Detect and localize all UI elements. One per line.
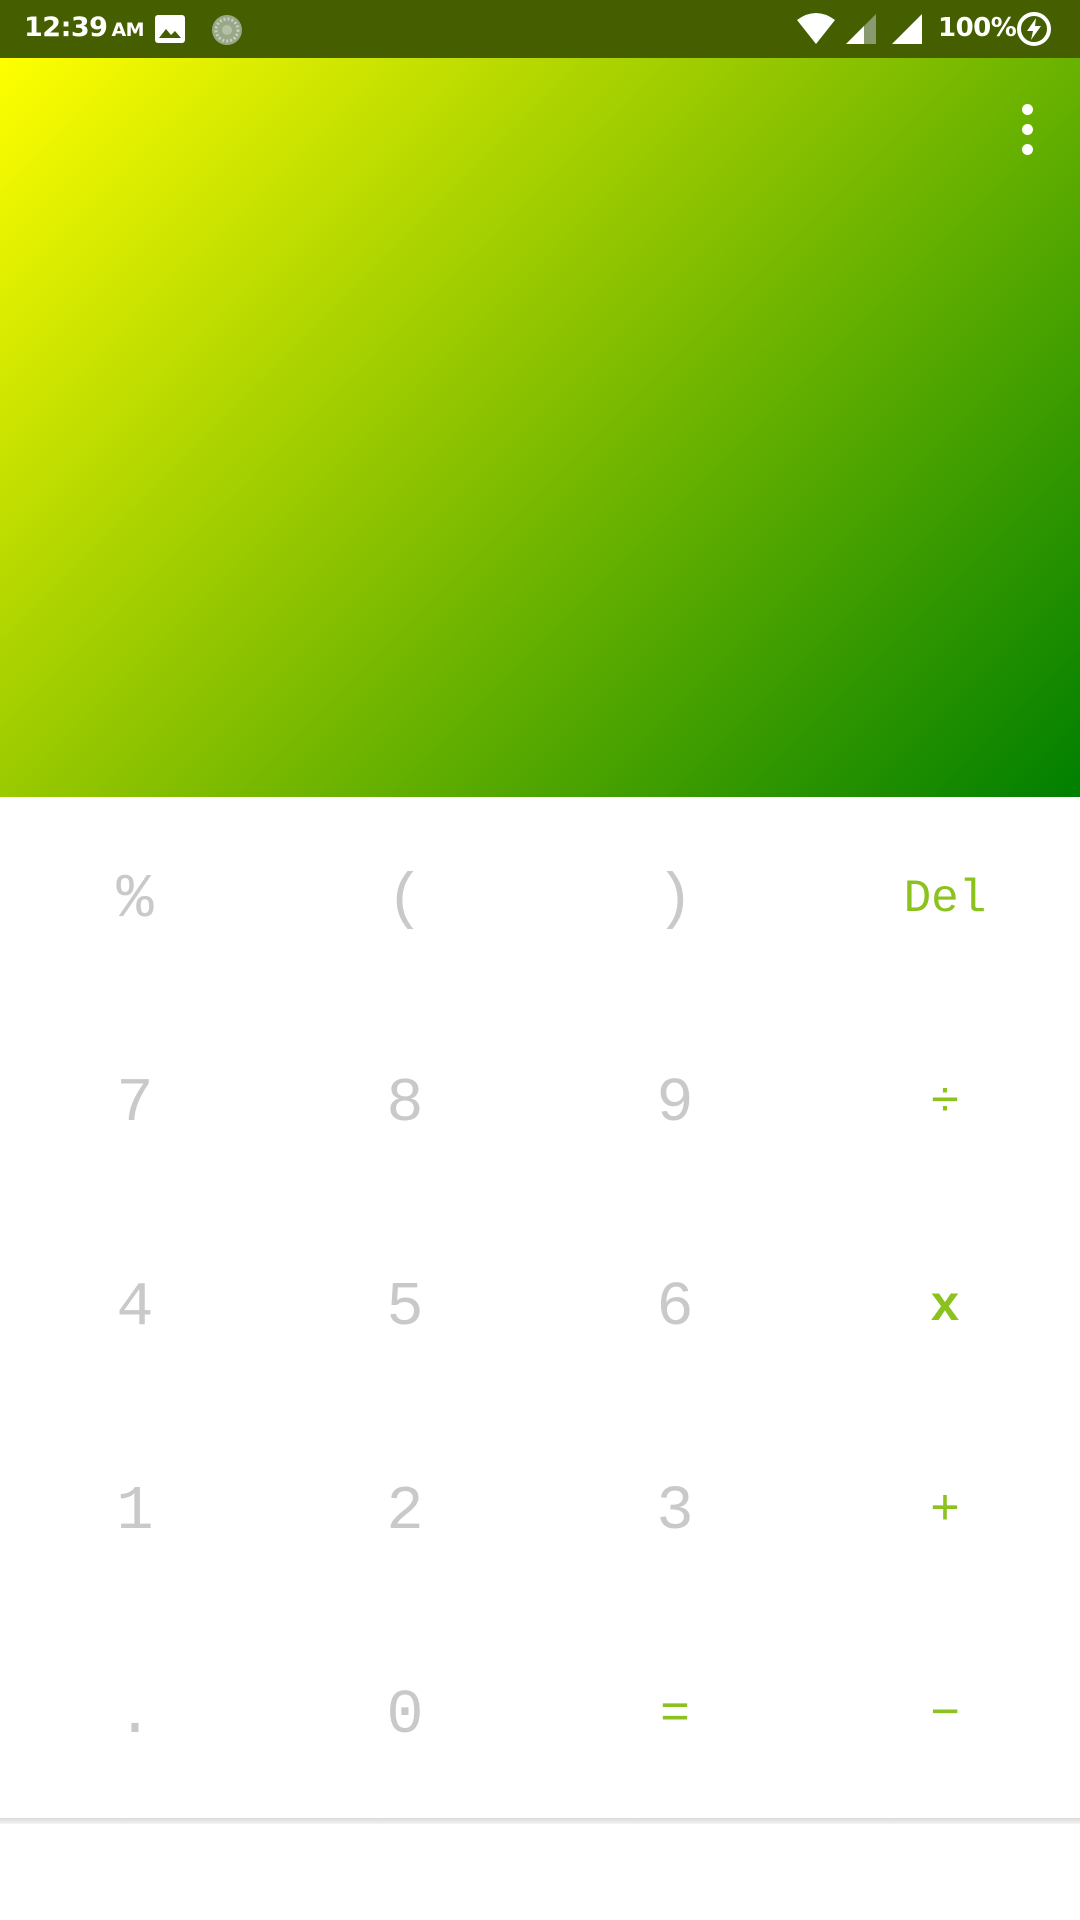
key-8[interactable]: 8 [270, 1001, 540, 1205]
delete-button[interactable]: Del [810, 797, 1080, 1001]
calculator-display [0, 58, 1080, 797]
key-3[interactable]: 3 [540, 1409, 810, 1613]
status-time-value: 12:39 [24, 12, 108, 43]
key-4[interactable]: 4 [0, 1205, 270, 1409]
charging-icon [1017, 12, 1051, 46]
status-time-ampm: AM [111, 19, 145, 41]
key-6[interactable]: 6 [540, 1205, 810, 1409]
minus-button[interactable]: − [810, 1613, 1080, 1817]
plus-button[interactable]: + [810, 1409, 1080, 1613]
key-decimal[interactable]: . [0, 1613, 270, 1817]
wifi-icon [797, 13, 835, 44]
keypad: % ( ) Del 7 8 9 ÷ 4 5 6 x 1 2 3 + . 0 = … [0, 797, 1080, 1817]
key-5[interactable]: 5 [270, 1205, 540, 1409]
key-0[interactable]: 0 [270, 1613, 540, 1817]
key-9[interactable]: 9 [540, 1001, 810, 1205]
status-bar: 12:39 AM 100% [0, 0, 1080, 58]
key-1[interactable]: 1 [0, 1409, 270, 1613]
bottom-panel [0, 1824, 1080, 1920]
divide-button[interactable]: ÷ [810, 1001, 1080, 1205]
more-vert-icon[interactable] [1012, 104, 1042, 160]
status-time: 12:39 AM [24, 12, 145, 43]
key-open-paren[interactable]: ( [270, 797, 540, 1001]
key-close-paren[interactable]: ) [540, 797, 810, 1001]
equals-button[interactable]: = [540, 1613, 810, 1817]
battery-percentage: 100% [938, 13, 1017, 43]
image-icon [155, 15, 185, 43]
loading-icon [212, 15, 242, 45]
signal-full-icon [892, 14, 922, 44]
signal-icon [846, 14, 876, 44]
key-7[interactable]: 7 [0, 1001, 270, 1205]
key-percent[interactable]: % [0, 797, 270, 1001]
multiply-button[interactable]: x [810, 1205, 1080, 1409]
key-2[interactable]: 2 [270, 1409, 540, 1613]
